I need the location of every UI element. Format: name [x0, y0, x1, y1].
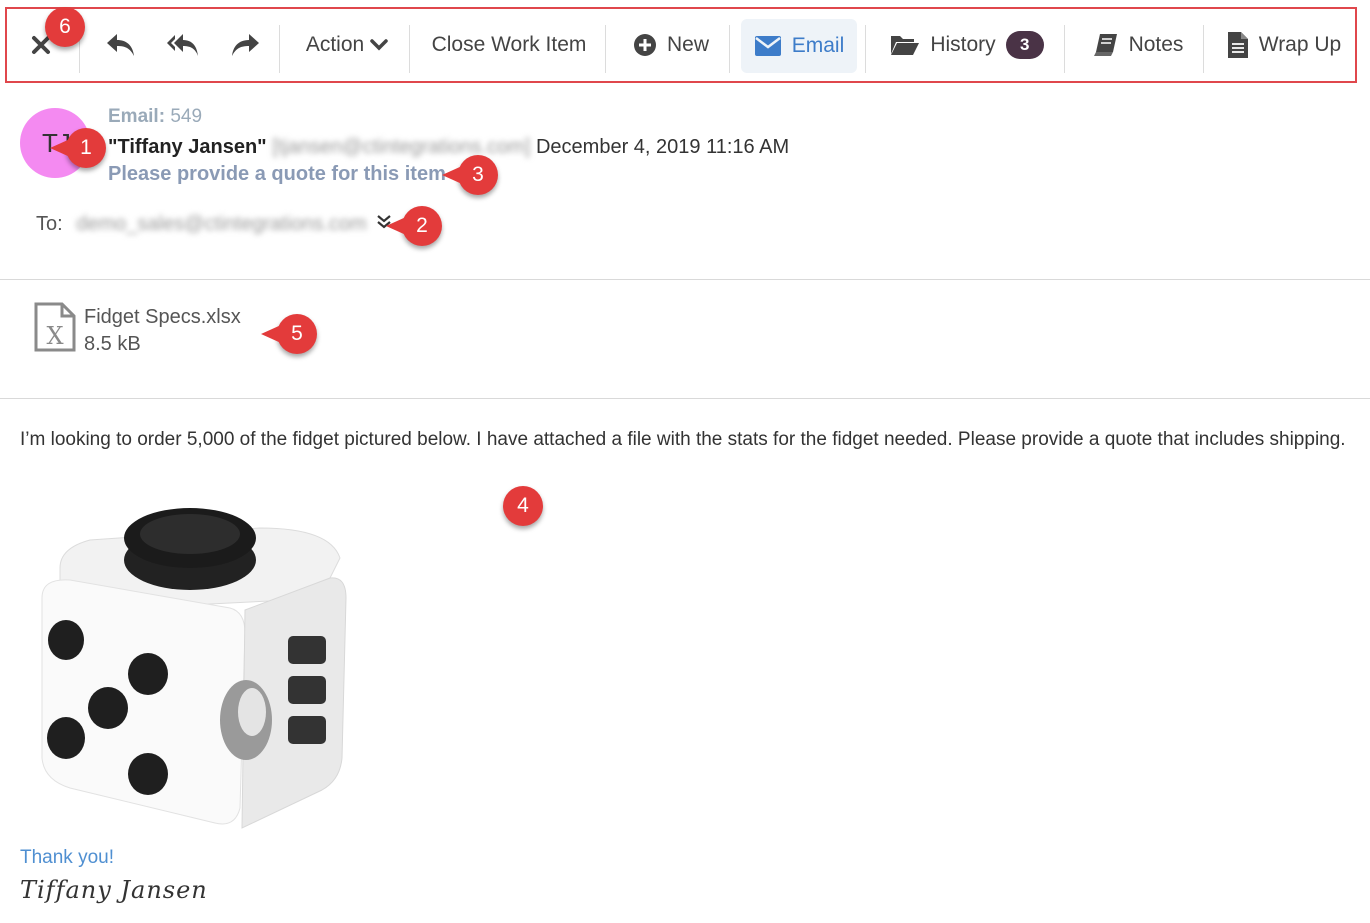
new-label: New [666, 33, 709, 56]
history-count-badge: 3 [1005, 31, 1044, 59]
sender-address: [tjansen@ctintegrations.com] [272, 136, 531, 158]
fidget-cube-image [30, 498, 360, 843]
callout-marker-3: 3 [442, 155, 498, 195]
header-divider [0, 279, 1370, 280]
excel-file-icon[interactable]: X [34, 302, 76, 357]
forward-icon [232, 34, 259, 56]
callout-marker-6: 6 [45, 7, 85, 47]
wrap-up-tab-label: Wrap Up [1258, 33, 1342, 56]
toolbar-separator [605, 25, 606, 73]
toolbar-separator [1064, 25, 1065, 73]
recipient-line: To: demo_sales@ctintegrations.com [36, 213, 367, 236]
history-tab-label: History [930, 33, 996, 56]
history-tab[interactable]: History 3 [883, 9, 1051, 81]
closing-text: Thank you! [20, 847, 114, 868]
document-icon [1227, 32, 1248, 58]
toolbar-separator [409, 25, 410, 73]
to-label: To: [36, 213, 63, 235]
email-id-label: Email: [108, 106, 166, 127]
callout-marker-5: 5 [261, 314, 317, 354]
notes-tab-label: Notes [1128, 33, 1184, 56]
toolbar-separator [279, 25, 280, 73]
attachment-divider [0, 398, 1370, 399]
plus-circle-icon [633, 34, 656, 56]
attachment-name[interactable]: Fidget Specs.xlsx [84, 306, 241, 329]
reply-all-icon [167, 34, 198, 56]
action-dropdown[interactable]: Action [297, 9, 397, 81]
forward-button[interactable] [223, 9, 267, 81]
notebook-icon [1093, 34, 1117, 56]
folder-open-icon [891, 36, 920, 55]
chevron-down-icon [370, 39, 388, 51]
work-item-toolbar: Action Close Work Item New Email History… [5, 7, 1357, 83]
sender-name: "Tiffany Jansen" [108, 136, 267, 158]
toolbar-separator [729, 25, 730, 73]
action-label: Action [305, 33, 365, 56]
toolbar-separator [1203, 25, 1204, 73]
close-work-item-label: Close Work Item [431, 33, 587, 56]
new-button[interactable]: New [619, 9, 723, 81]
callout-marker-4: 4 [503, 486, 543, 526]
email-tab-label: Email [791, 34, 845, 57]
email-subject: Please provide a quote for this item [108, 163, 446, 185]
svg-text:X: X [46, 322, 63, 350]
envelope-icon [754, 36, 781, 56]
signature: Tiffany Jansen [20, 876, 208, 904]
email-tab[interactable]: Email [741, 19, 857, 73]
notes-tab[interactable]: Notes [1083, 9, 1193, 81]
email-id: Email: 549 [108, 106, 202, 128]
attachment-size: 8.5 kB [84, 333, 141, 355]
reply-all-button[interactable] [161, 9, 205, 81]
reply-icon [107, 34, 134, 56]
sender-line: "Tiffany Jansen" [tjansen@ctintegrations… [108, 136, 789, 159]
recipient-address: demo_sales@ctintegrations.com [76, 213, 367, 235]
email-id-number: 549 [170, 106, 203, 127]
callout-marker-2: 2 [386, 206, 442, 246]
toolbar-separator [865, 25, 866, 73]
callout-marker-1: 1 [50, 128, 106, 168]
sent-date: December 4, 2019 11:16 AM [535, 136, 790, 158]
wrap-up-tab[interactable]: Wrap Up [1219, 9, 1349, 81]
close-work-item-button[interactable]: Close Work Item [425, 9, 593, 81]
reply-button[interactable] [99, 9, 143, 81]
email-body-text: I’m looking to order 5,000 of the fidget… [20, 429, 1346, 450]
